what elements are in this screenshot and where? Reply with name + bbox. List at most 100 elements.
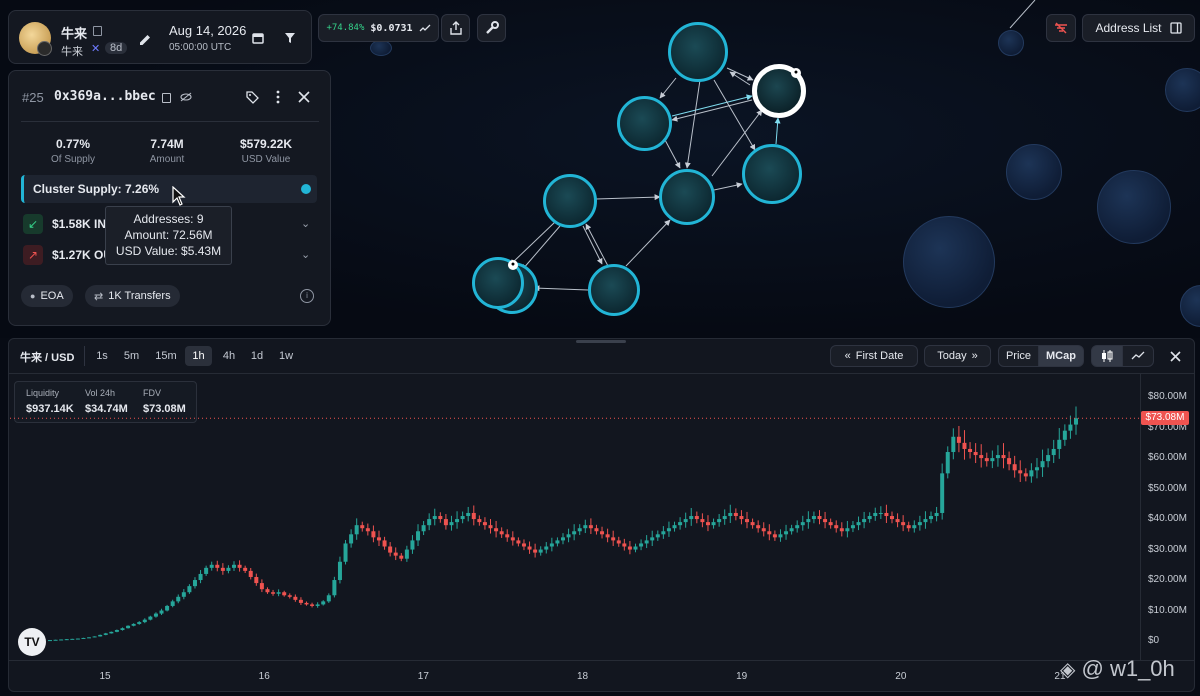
candle-body (142, 619, 147, 623)
candle-body (438, 516, 443, 520)
candle-body (633, 546, 638, 550)
resize-handle[interactable] (576, 340, 626, 343)
candle-body (399, 555, 404, 559)
y-tick-label: $20.00M (1148, 574, 1187, 586)
close-icon[interactable] (296, 89, 312, 105)
candle-body (254, 576, 259, 584)
cluster-node[interactable] (659, 169, 715, 225)
chain-badge-icon (37, 41, 52, 56)
candle-body (940, 473, 945, 513)
holder-address[interactable]: 0x369a...bbec (54, 89, 156, 104)
holder-panel: #25 0x369a...bbec 0.77% Of Supply 7.74M … (8, 70, 331, 326)
calendar-icon[interactable] (251, 31, 265, 45)
tag-icon[interactable] (244, 89, 260, 105)
chart-toolbar-divider (9, 373, 1194, 374)
candle-body (153, 613, 158, 617)
cluster-supply-row[interactable]: Cluster Supply: 7.26% (21, 175, 317, 203)
cluster-node[interactable] (543, 174, 597, 228)
candle-body (148, 616, 153, 620)
timeframe-1d[interactable]: 1d (246, 346, 268, 366)
candle-body (109, 631, 114, 634)
tag-transfers[interactable]: ⇄ 1K Transfers (85, 285, 180, 307)
more-icon[interactable] (271, 89, 285, 105)
candle-body (48, 640, 52, 642)
candle-body (259, 583, 264, 590)
candle-body (376, 537, 381, 541)
candle-body (75, 638, 80, 640)
candle-body (460, 516, 465, 520)
candle-body (717, 519, 722, 523)
candle-body (906, 525, 911, 529)
share-button[interactable] (441, 14, 470, 42)
hide-links-button[interactable] (1046, 14, 1076, 42)
candle-body (839, 528, 844, 532)
copy-icon[interactable] (93, 26, 102, 36)
candle-body (477, 519, 482, 523)
candle-body (1062, 430, 1067, 440)
transfer-icon: ⇄ (94, 290, 104, 303)
timeframe-15m[interactable]: 15m (151, 346, 181, 366)
candle-body (265, 589, 270, 593)
close-chart-icon[interactable] (1166, 347, 1184, 365)
candle-body (856, 522, 861, 526)
edit-icon[interactable] (137, 31, 153, 47)
tag-eoa[interactable]: ● EOA (21, 285, 73, 307)
timeframe-1h[interactable]: 1h (185, 346, 212, 366)
candle-body (666, 528, 671, 532)
hide-eye-icon[interactable] (179, 90, 193, 104)
candle-body (1040, 461, 1045, 468)
candle-body (466, 512, 471, 517)
candle-body (1051, 448, 1056, 456)
first-date-button[interactable]: « First Date (830, 345, 918, 367)
trend-icon (419, 23, 431, 33)
candle-body (449, 522, 454, 526)
candle-body (644, 540, 649, 544)
cluster-node[interactable] (742, 144, 802, 204)
candle-body (739, 516, 744, 520)
timeframe-5m[interactable]: 5m (119, 346, 144, 366)
candle-body (995, 455, 1000, 459)
price-toggle[interactable]: Price (998, 345, 1039, 367)
candle-body (873, 512, 878, 517)
chevron-down-icon[interactable]: ⌄ (301, 217, 310, 230)
address-list-button[interactable]: Address List (1082, 14, 1195, 42)
token-sub-symbol: 牛来 (61, 46, 83, 58)
candle-body (549, 543, 554, 547)
filter-icon[interactable] (283, 31, 297, 45)
outflow-arrow-icon: ↗ (23, 245, 43, 265)
price-pill[interactable]: +74.84% $0.0731 (318, 14, 439, 42)
timeframe-1s[interactable]: 1s (92, 346, 112, 366)
candle-body (778, 534, 783, 538)
cluster-node[interactable] (668, 22, 728, 82)
info-icon[interactable]: i (300, 289, 314, 303)
candle-body (745, 519, 750, 523)
cluster-node[interactable] (617, 96, 672, 151)
mcap-toggle[interactable]: MCap (1038, 345, 1084, 367)
timeframe-1w[interactable]: 1w (274, 346, 298, 366)
candle-body (192, 580, 197, 587)
candle-body (87, 637, 92, 639)
candle-body (282, 592, 287, 596)
double-chevron-left-icon: « (844, 350, 851, 362)
copy-address-icon[interactable] (162, 93, 171, 103)
cluster-node[interactable] (588, 264, 640, 316)
line-type-button[interactable] (1122, 345, 1154, 367)
today-button[interactable]: Today » (924, 345, 991, 367)
lock-icon: ● (508, 260, 518, 270)
candle-body (616, 540, 621, 544)
candle-body (867, 516, 872, 520)
timeframe-4h[interactable]: 4h (217, 346, 241, 366)
candle-type-button[interactable] (1091, 345, 1123, 367)
candle-body (521, 543, 526, 547)
candle-body (639, 543, 644, 547)
tools-button[interactable] (477, 14, 506, 42)
y-tick-label: $30.00M (1148, 543, 1187, 555)
candle-body (126, 625, 131, 629)
candle-body (1007, 458, 1012, 465)
y-tick-label: $10.00M (1148, 604, 1187, 616)
candle-body (53, 639, 58, 641)
user-icon: ● (30, 291, 36, 301)
chevron-down-icon[interactable]: ⌄ (301, 248, 310, 261)
candlestick-chart[interactable] (10, 376, 1140, 661)
pair-label[interactable]: 牛来 / USD (20, 349, 74, 365)
